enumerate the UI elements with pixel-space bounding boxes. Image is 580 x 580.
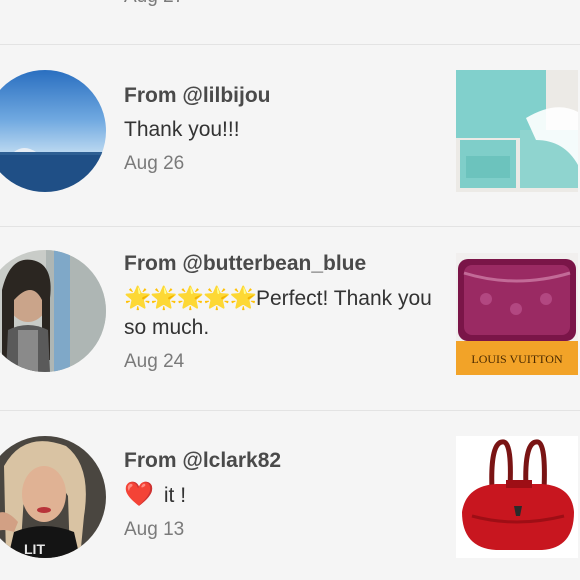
star-rating-icon: 🌟🌟🌟🌟🌟 — [124, 285, 257, 310]
ocean-horizon-photo-icon — [0, 70, 106, 192]
svg-text:LIT: LIT — [24, 541, 45, 557]
brand-label: LOUIS VUITTON — [471, 352, 563, 366]
from-label: From — [124, 252, 183, 275]
review-date-partial: Aug 27 — [124, 0, 184, 8]
listing-thumbnail[interactable] — [456, 70, 578, 192]
listing-thumbnail[interactable] — [456, 436, 578, 558]
divider — [0, 410, 580, 411]
avatar[interactable] — [0, 70, 106, 192]
heart-icon: ❤️ — [124, 481, 154, 508]
reviews-page: Aug 27 From @lilbijou Thank you — [0, 0, 580, 580]
woman-portrait-photo-icon — [0, 250, 106, 372]
review-from: From @lclark82 — [124, 449, 281, 473]
tiffany-box-photo-icon — [456, 70, 578, 192]
review-message: 🌟🌟🌟🌟🌟Perfect! Thank you so much. — [124, 283, 444, 342]
divider — [0, 44, 580, 45]
review-date: Aug 13 — [124, 519, 185, 540]
divider — [0, 226, 580, 227]
red-handbag-photo-icon — [456, 436, 578, 558]
review-date: Aug 24 — [124, 351, 185, 372]
review-message-text: it ! — [163, 484, 187, 507]
review-from: From @lilbijou — [124, 84, 270, 108]
review-message: ❤️ it ! — [124, 480, 444, 510]
from-label: From — [124, 449, 183, 472]
review-message: Thank you!!! — [124, 118, 240, 141]
review-date: Aug 26 — [124, 153, 185, 174]
from-label: From — [124, 84, 183, 107]
user-handle-link[interactable]: @lilbijou — [182, 84, 270, 107]
woman-selfie-photo-icon: LIT — [0, 436, 106, 558]
avatar[interactable] — [0, 250, 106, 372]
user-handle-link[interactable]: @lclark82 — [182, 449, 281, 472]
user-handle-link[interactable]: @butterbean_blue — [182, 252, 366, 275]
louis-vuitton-wallet-photo-icon: LOUIS VUITTON — [456, 253, 578, 375]
review-from: From @butterbean_blue — [124, 252, 366, 276]
avatar[interactable]: LIT — [0, 436, 106, 558]
listing-thumbnail[interactable]: LOUIS VUITTON — [456, 253, 578, 375]
